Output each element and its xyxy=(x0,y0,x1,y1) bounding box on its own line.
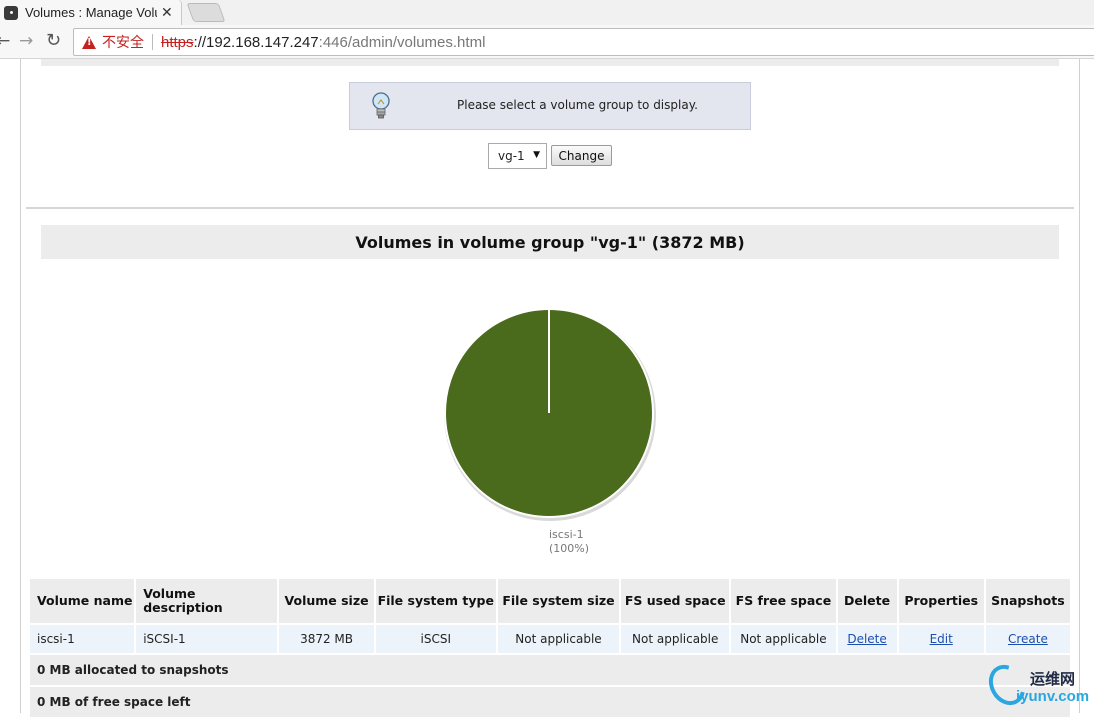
col-snapshots: Snapshots xyxy=(985,579,1070,623)
top-strip xyxy=(41,59,1059,66)
cell-fs-type: iSCSI xyxy=(375,625,496,653)
col-properties: Properties xyxy=(898,579,984,623)
url-path: :446/admin/volumes.html xyxy=(318,33,486,51)
section-title: Volumes in volume group "vg-1" (3872 MB) xyxy=(41,225,1059,259)
table-header-row: Volume name Volume description Volume si… xyxy=(30,579,1070,623)
delete-link[interactable]: Delete xyxy=(847,632,886,646)
snapshot-allocation-summary: 0 MB allocated to snapshots xyxy=(30,655,1070,685)
info-message: Please select a volume group to display. xyxy=(457,98,698,112)
volumes-table: Volume name Volume description Volume si… xyxy=(28,577,1072,719)
table-row: iscsi-1 iSCSI-1 3872 MB iSCSI Not applic… xyxy=(30,625,1070,653)
tab-bar: Volumes : Manage Volu ✕ xyxy=(0,0,1094,25)
dropdown-caret-icon: ▼ xyxy=(533,150,540,160)
summary-row: 0 MB allocated to snapshots xyxy=(30,655,1070,685)
cell-volume-size: 3872 MB xyxy=(279,625,374,653)
info-box: Please select a volume group to display. xyxy=(349,82,751,130)
watermark-cn: 运维网 xyxy=(1030,670,1076,688)
create-snapshot-link[interactable]: Create xyxy=(1008,632,1048,646)
divider xyxy=(26,207,1074,209)
close-icon[interactable]: ✕ xyxy=(161,5,173,21)
address-bar[interactable]: 不安全 https://192.168.147.247:446/admin/vo… xyxy=(73,28,1094,56)
change-button[interactable]: Change xyxy=(551,145,612,166)
watermark-en: iyunv.com xyxy=(1016,688,1090,705)
tab-title: Volumes : Manage Volu xyxy=(25,5,157,20)
pie-chart xyxy=(444,308,656,521)
col-fs-size: File system size xyxy=(497,579,620,623)
url-scheme: https xyxy=(161,33,194,51)
back-icon[interactable]: ← xyxy=(0,31,10,51)
security-label: 不安全 xyxy=(102,34,144,50)
watermark-logo: 运维网 iyunv.com xyxy=(981,658,1092,712)
col-fs-used: FS used space xyxy=(621,579,730,623)
omnibox-divider xyxy=(152,34,153,50)
cell-fs-used: Not applicable xyxy=(621,625,730,653)
col-delete: Delete xyxy=(837,579,897,623)
cell-volume-name: iscsi-1 xyxy=(30,625,135,653)
cell-volume-description: iSCSI-1 xyxy=(136,625,278,653)
cell-fs-size: Not applicable xyxy=(497,625,620,653)
forward-icon[interactable]: → xyxy=(19,31,33,51)
pie-label-percent: (100%) xyxy=(549,542,590,555)
pie-label-name: iscsi-1 xyxy=(549,528,584,541)
cell-delete: Delete xyxy=(837,625,897,653)
cell-fs-free: Not applicable xyxy=(731,625,836,653)
col-volume-name: Volume name xyxy=(30,579,135,623)
col-fs-free: FS free space xyxy=(731,579,836,623)
volume-group-selected: vg-1 xyxy=(498,149,525,163)
warning-icon xyxy=(82,35,96,49)
cell-properties: Edit xyxy=(898,625,984,653)
col-fs-type: File system type xyxy=(375,579,496,623)
edit-link[interactable]: Edit xyxy=(930,632,953,646)
favicon-icon xyxy=(4,5,18,20)
reload-icon[interactable]: ↻ xyxy=(46,30,61,51)
browser-toolbar: ← → ↻ 不安全 https://192.168.147.247:446/ad… xyxy=(0,25,1094,59)
url-host: ://192.168.147.247 xyxy=(193,33,319,51)
browser-tab[interactable]: Volumes : Manage Volu ✕ xyxy=(0,0,182,25)
bulb-icon xyxy=(372,92,390,119)
pie-label: iscsi-1 (100%) xyxy=(549,528,589,556)
volume-group-select[interactable]: vg-1 ▼ xyxy=(488,143,547,169)
col-volume-size: Volume size xyxy=(279,579,374,623)
cell-snapshots: Create xyxy=(985,625,1070,653)
new-tab-button[interactable] xyxy=(186,3,226,22)
col-volume-description: Volume description xyxy=(136,579,278,623)
